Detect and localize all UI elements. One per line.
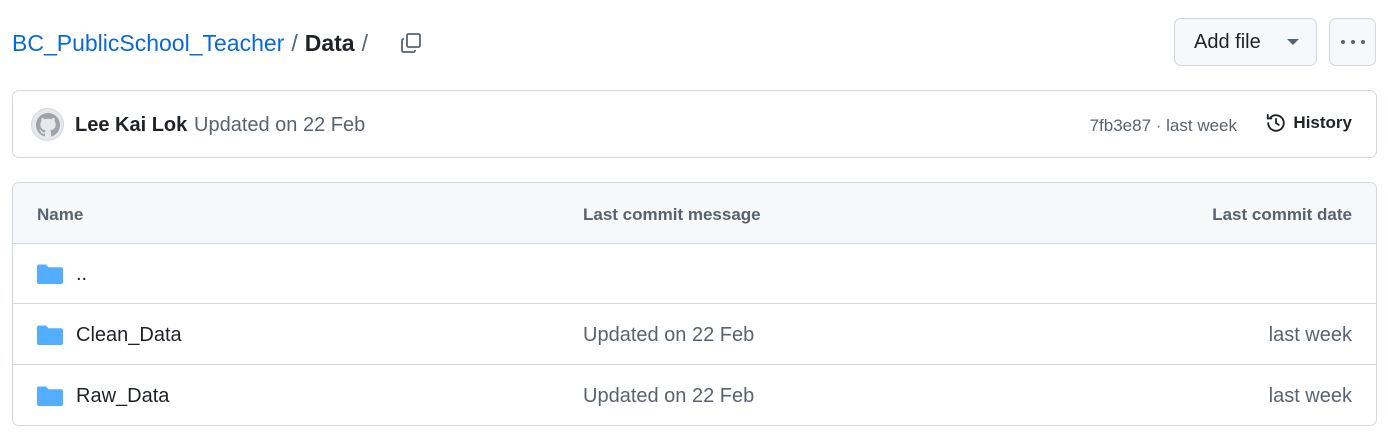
breadcrumb: BC_PublicSchool_Teacher / Data / — [12, 30, 375, 57]
history-clock-icon — [1267, 113, 1286, 132]
github-avatar-icon[interactable] — [31, 108, 64, 141]
file-commit-date: last week — [1268, 324, 1352, 346]
file-table: Name Last commit message Last commit dat… — [12, 182, 1377, 426]
copy-path-button[interactable] — [396, 28, 426, 58]
folder-icon — [37, 264, 63, 284]
repo-header: BC_PublicSchool_Teacher / Data / Add fil… — [12, 18, 1376, 66]
table-row[interactable]: Clean_Data Updated on 22 Feb last week — [13, 305, 1376, 365]
breadcrumb-trailing-separator: / — [361, 30, 368, 56]
breadcrumb-current-folder: Data — [304, 30, 355, 56]
breadcrumb-repo-link[interactable]: BC_PublicSchool_Teacher — [12, 30, 284, 57]
add-file-label: Add file — [1194, 30, 1261, 53]
more-options-button[interactable] — [1329, 18, 1376, 66]
file-name[interactable]: Clean_Data — [76, 324, 182, 347]
commit-message[interactable]: Updated on 22 Feb — [194, 114, 365, 137]
table-row[interactable]: Raw_Data Updated on 22 Feb last week — [13, 366, 1376, 425]
folder-icon — [37, 325, 63, 345]
column-header-message: Last commit message — [583, 205, 761, 224]
copy-icon — [401, 33, 421, 53]
file-commit-date: last week — [1268, 385, 1352, 407]
column-header-name: Name — [37, 205, 84, 224]
file-name[interactable]: Raw_Data — [76, 385, 169, 408]
kebab-horizontal-icon — [1340, 40, 1345, 44]
table-row-parent[interactable]: .. — [13, 244, 1376, 304]
file-commit-message[interactable]: Updated on 22 Feb — [583, 385, 754, 408]
folder-icon — [37, 386, 63, 406]
history-button[interactable]: History — [1265, 112, 1352, 134]
table-header: Name Last commit message Last commit dat… — [13, 183, 1376, 244]
file-commit-message[interactable]: Updated on 22 Feb — [583, 324, 754, 347]
chevron-down-icon — [1287, 39, 1299, 45]
commit-author[interactable]: Lee Kai Lok — [75, 114, 187, 137]
add-file-button[interactable]: Add file — [1174, 18, 1317, 66]
commit-sha-time[interactable]: 7fb3e87 · last week — [1090, 116, 1237, 136]
history-label: History — [1293, 113, 1352, 132]
latest-commit-box: Lee Kai Lok Updated on 22 Feb 7fb3e87 · … — [12, 90, 1377, 158]
column-header-date: Last commit date — [1212, 205, 1352, 224]
breadcrumb-separator: / — [291, 30, 298, 56]
file-name[interactable]: .. — [76, 263, 87, 286]
